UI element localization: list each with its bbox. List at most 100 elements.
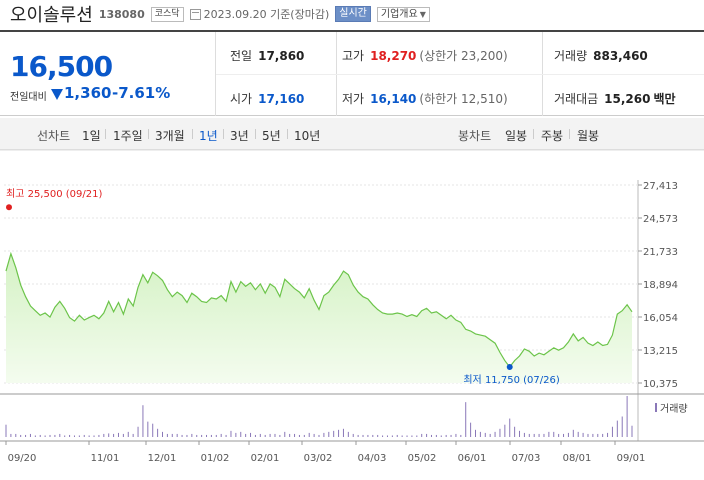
volume-bar [259,433,261,437]
volume-bar [34,435,36,437]
x-tick-label: 09/20 [8,453,37,464]
volume-bar [98,434,100,437]
volume-bar [479,431,481,437]
volume-bar [377,434,379,437]
volume-legend-label: 거래량 [660,403,688,415]
price-chart[interactable]: 27,413 24,573 21,733 18,894 16,054 13,215 10,3… [0,150,704,480]
volume-bar [117,432,119,437]
volume-bar [142,405,144,437]
candle-daily[interactable]: 일봉 [505,127,527,144]
volume-bar [489,433,491,437]
volume-bar [333,430,335,437]
volume-bar [553,431,555,437]
volume-bar [499,428,501,437]
period-3m[interactable]: 3개월 [155,127,185,144]
x-tick-label: 07/03 [512,453,541,464]
volume-bar [147,421,149,437]
volume-bar [206,434,208,437]
volume-bar [318,434,320,437]
high-marker [6,204,12,211]
period-10y[interactable]: 10년 [294,127,320,144]
volume-bar [626,396,628,437]
volume-bar [54,434,56,437]
candle-weekly[interactable]: 주봉 [541,127,563,144]
volume-bar [455,433,457,437]
volume-bar [342,428,344,437]
volume-bar [191,433,193,437]
separator [569,129,570,139]
volume-bar [122,433,124,437]
period-3y[interactable]: 3년 [230,127,249,144]
high-annotation: 최고 25,500 (09/21) [6,188,102,200]
x-tick-label: 01/02 [201,453,230,464]
volume-bar [137,426,139,437]
volume-bar [78,435,80,437]
volume-bar [245,433,247,437]
candle-monthly[interactable]: 월봉 [577,127,599,144]
change-percent: -7.61% [112,84,171,102]
separator [223,129,224,139]
volume-bar [279,434,281,437]
y-tick-label: 18,894 [643,280,678,291]
volume-bar [435,434,437,437]
stat-volume: 거래량 883,460 [554,49,648,63]
volume-bar [440,435,442,437]
y-tick-label: 27,413 [643,181,678,192]
y-tick-label: 13,215 [643,346,678,357]
period-1y[interactable]: 1년 [199,127,218,144]
company-name[interactable]: 오이솔루션 [10,1,93,27]
volume-bar [347,431,349,437]
company-info-dropdown[interactable]: 기업개요 ▼ [376,6,430,22]
y-tick-label: 16,054 [643,313,678,324]
x-tick-label: 03/02 [304,453,333,464]
volume-bar [162,431,163,437]
volume-bar [113,433,115,437]
change-amount: 1,360 [64,84,112,102]
current-price-box: 16,500 전일대비 1,360 -7.61% [0,32,216,116]
down-triangle-icon [51,89,63,100]
volume-bar [240,431,242,437]
volume-bar [611,426,613,437]
volume-bar [411,435,413,437]
volume-bar [465,402,467,437]
volume-bar [475,429,476,437]
volume-bar [621,416,623,437]
separator [148,129,149,139]
volume-bar [215,434,217,437]
volume-bar [254,434,256,437]
volume-bar [269,433,271,437]
volume-bar [582,432,584,437]
volume-bar [372,434,374,437]
line-chart-label: 선차트 [37,129,71,143]
period-1w[interactable]: 1주일 [113,127,143,144]
volume-bar [362,434,364,437]
volume-bar [470,422,472,437]
volume-bar [426,433,428,437]
x-tick-label: 12/01 [148,453,177,464]
volume-bar [421,433,423,437]
volume-bar [528,433,530,437]
volume-bar [631,425,633,437]
period-5y[interactable]: 5년 [262,127,281,144]
volume-bar [230,430,232,437]
volume-bar [303,434,305,437]
period-1d[interactable]: 1일 [82,127,101,144]
volume-bar [548,431,550,437]
volume-bar [196,434,198,437]
volume-bar [73,435,75,437]
volume-bar [176,433,178,437]
volume-bar [220,433,222,437]
separator [192,129,193,139]
volume-bar [15,433,17,437]
volume-bar [274,433,276,437]
x-tick-label: 05/02 [408,453,437,464]
volume-bar [29,433,31,437]
volume-bar [201,434,203,437]
volume-bar [44,435,46,437]
volume-bar [592,433,594,437]
volume-bar [450,434,452,437]
realtime-button[interactable]: 실시간 [335,6,371,22]
volume-bar [157,428,159,437]
volume-bar [93,435,95,437]
volume-bar [313,433,315,437]
